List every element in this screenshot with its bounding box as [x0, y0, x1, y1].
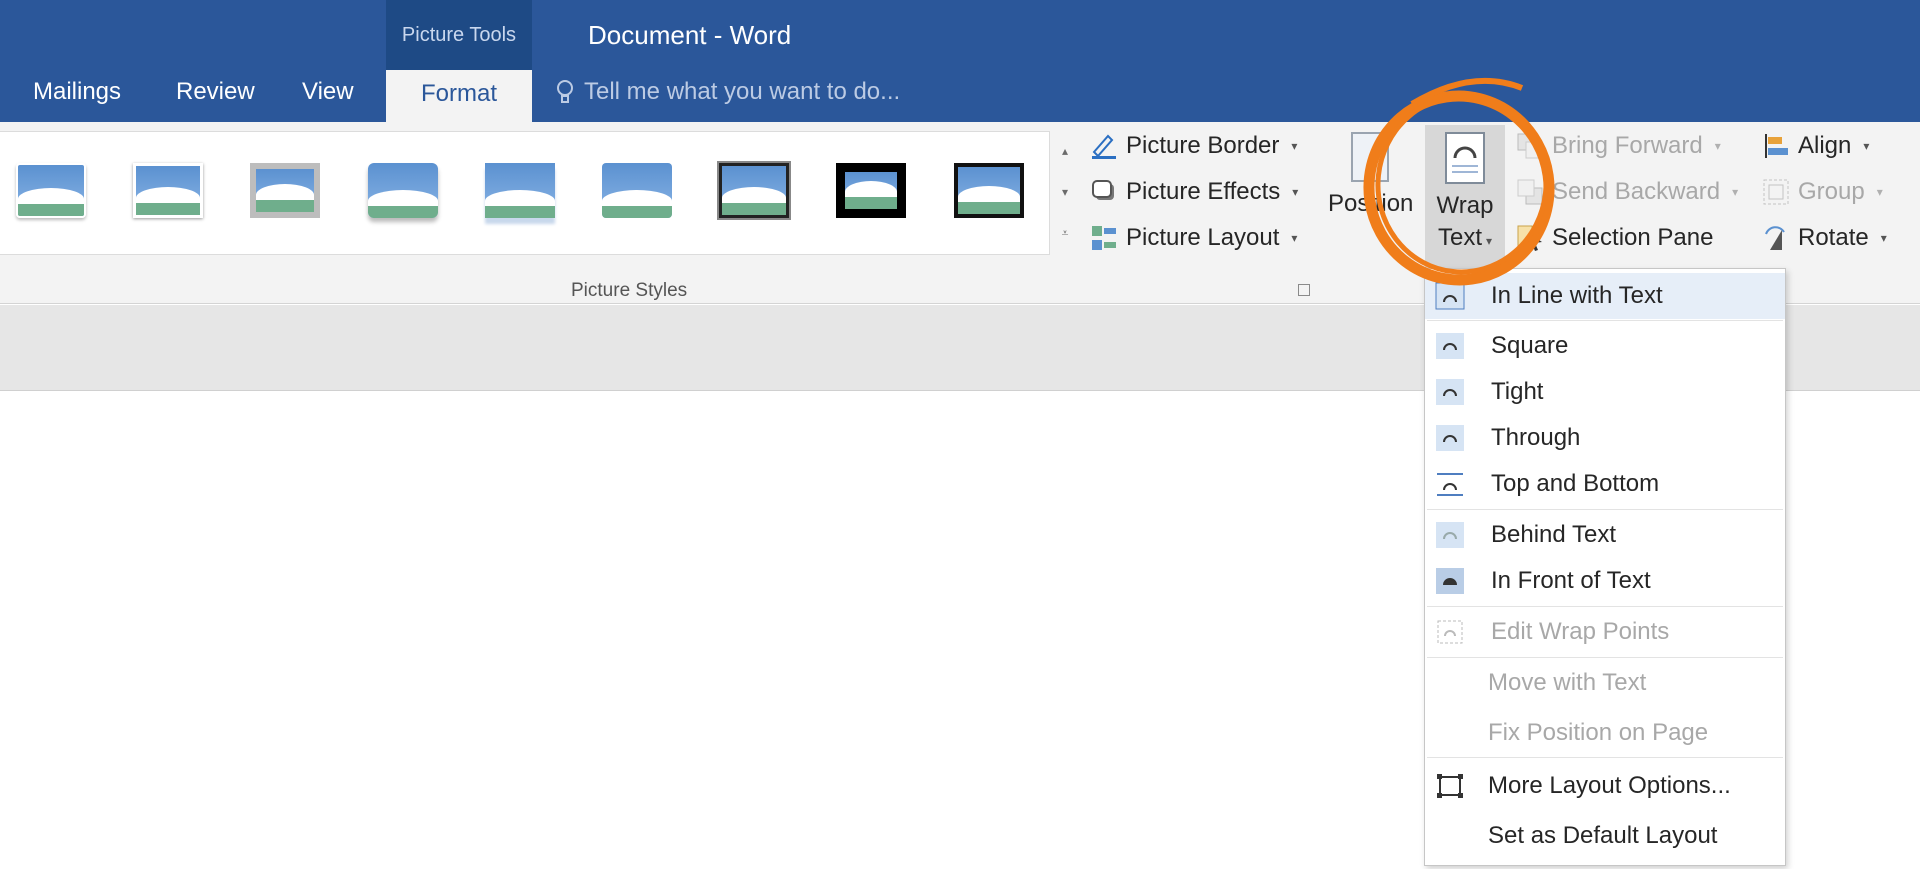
- rotate-button[interactable]: Rotate ▾: [1762, 224, 1887, 252]
- gallery-scroll-up-icon[interactable]: ▴: [1052, 131, 1078, 172]
- send-backward-label: Send Backward: [1552, 178, 1721, 205]
- tab-view[interactable]: View: [302, 78, 354, 106]
- picture-border-label: Picture Border: [1126, 132, 1280, 159]
- menu-item-square[interactable]: Square: [1425, 323, 1785, 369]
- behind-text-icon: [1435, 521, 1465, 549]
- behind-text-label: Behind Text: [1491, 521, 1616, 548]
- send-backward-icon: [1516, 178, 1544, 206]
- picture-effects-label: Picture Effects: [1126, 178, 1281, 205]
- menu-separator: [1427, 757, 1783, 758]
- picture-style-thick-black[interactable]: [836, 163, 906, 218]
- menu-item-fix-position-on-page[interactable]: Fix Position on Page: [1425, 710, 1785, 756]
- send-backward-button[interactable]: Send Backward ▾: [1516, 178, 1738, 206]
- picture-border-button[interactable]: Picture Border ▾: [1090, 132, 1297, 160]
- tab-format[interactable]: Format: [386, 70, 532, 124]
- picture-style-reflected[interactable]: [485, 163, 555, 218]
- in-line-with-text-icon: [1435, 282, 1465, 310]
- position-label: Position: [1328, 190, 1414, 217]
- rotate-label: Rotate: [1798, 224, 1869, 251]
- square-wrap-icon: [1435, 332, 1465, 360]
- tight-label: Tight: [1491, 378, 1544, 405]
- align-icon: [1762, 132, 1790, 160]
- selection-pane-icon: [1516, 224, 1544, 252]
- layout-icon: [1090, 224, 1118, 252]
- in-line-with-text-label: In Line with Text: [1491, 282, 1663, 309]
- through-label: Through: [1491, 424, 1581, 451]
- gallery-more-icon[interactable]: ⩡: [1052, 213, 1078, 254]
- window-title: Document - Word: [588, 20, 792, 50]
- position-button[interactable]: Position: [1328, 132, 1414, 220]
- group-label-picture-styles: Picture Styles: [571, 280, 688, 301]
- wrap-text-icon: [1445, 132, 1485, 184]
- wrap-text-label-line1: Wrap: [1436, 192, 1494, 219]
- menu-separator: [1427, 657, 1783, 658]
- picture-layout-label: Picture Layout: [1126, 224, 1280, 251]
- tab-review[interactable]: Review: [176, 78, 255, 106]
- square-label: Square: [1491, 332, 1569, 359]
- title-bar: [0, 0, 1920, 122]
- tell-me-placeholder: Tell me what you want to do...: [584, 78, 901, 105]
- wrap-text-button[interactable]: Wrap Text ▾: [1425, 132, 1505, 257]
- picture-style-black-frame[interactable]: [954, 163, 1024, 218]
- menu-item-move-with-text[interactable]: Move with Text: [1425, 660, 1785, 706]
- edit-wrap-points-icon: [1435, 618, 1465, 646]
- bring-forward-button[interactable]: Bring Forward ▾: [1516, 132, 1721, 160]
- picture-style-simple-frame[interactable]: [16, 163, 86, 218]
- menu-separator: [1427, 509, 1783, 510]
- menu-item-edit-wrap-points[interactable]: Edit Wrap Points: [1425, 609, 1785, 655]
- picture-effects-button[interactable]: Picture Effects ▾: [1090, 178, 1298, 206]
- dialog-launcher-icon[interactable]: [1298, 284, 1310, 296]
- menu-item-through[interactable]: Through: [1425, 415, 1785, 461]
- menu-item-set-as-default-layout[interactable]: Set as Default Layout: [1425, 813, 1785, 859]
- in-front-of-text-label: In Front of Text: [1491, 567, 1651, 594]
- selection-pane-button[interactable]: Selection Pane: [1516, 224, 1713, 252]
- menu-item-behind-text[interactable]: Behind Text: [1425, 512, 1785, 558]
- rotate-icon: [1762, 224, 1790, 252]
- effects-icon: [1090, 178, 1118, 206]
- lightbulb-icon: [556, 79, 574, 105]
- bring-forward-icon: [1516, 132, 1544, 160]
- picture-style-double-frame[interactable]: [717, 161, 791, 220]
- align-label: Align: [1798, 132, 1852, 159]
- menu-item-tight[interactable]: Tight: [1425, 369, 1785, 415]
- tab-mailings[interactable]: Mailings: [33, 78, 121, 106]
- fix-position-on-page-label: Fix Position on Page: [1488, 719, 1709, 746]
- picture-style-gray-matte[interactable]: [250, 163, 320, 218]
- menu-separator: [1427, 606, 1783, 607]
- tell-me-box[interactable]: Tell me what you want to do...: [556, 78, 900, 106]
- menu-item-top-and-bottom[interactable]: Top and Bottom: [1425, 461, 1785, 507]
- picture-style-drop-shadow[interactable]: [368, 163, 438, 218]
- move-with-text-label: Move with Text: [1488, 669, 1647, 696]
- pen-border-icon: [1090, 132, 1118, 160]
- menu-item-in-line-with-text[interactable]: In Line with Text: [1425, 273, 1785, 319]
- menu-separator: [1427, 320, 1783, 321]
- position-icon: [1351, 132, 1389, 182]
- edit-wrap-points-label: Edit Wrap Points: [1491, 618, 1670, 645]
- top-and-bottom-label: Top and Bottom: [1491, 470, 1660, 497]
- picture-style-white-frame[interactable]: [133, 163, 203, 218]
- picture-styles-gallery: [0, 131, 1050, 255]
- wrap-text-label-line2: Text: [1437, 224, 1482, 251]
- group-icon: [1762, 178, 1790, 206]
- picture-style-soft-edge[interactable]: [602, 163, 672, 218]
- menu-item-more-layout-options[interactable]: More Layout Options...: [1425, 763, 1785, 809]
- layout-options-icon: [1435, 772, 1465, 800]
- gallery-scroll-down-icon[interactable]: ▾: [1052, 172, 1078, 213]
- align-button[interactable]: Align ▾: [1762, 132, 1869, 160]
- bring-forward-label: Bring Forward: [1552, 132, 1703, 159]
- wrap-text-menu: In Line with Text Square Tight Through T…: [1424, 268, 1786, 866]
- selection-pane-label: Selection Pane: [1552, 224, 1714, 251]
- in-front-of-text-icon: [1435, 567, 1465, 595]
- context-group-label: Picture Tools: [401, 24, 517, 46]
- picture-layout-button[interactable]: Picture Layout ▾: [1090, 224, 1297, 252]
- group-button[interactable]: Group ▾: [1762, 178, 1883, 206]
- through-wrap-icon: [1435, 424, 1465, 452]
- set-as-default-layout-label: Set as Default Layout: [1488, 822, 1718, 849]
- more-layout-options-label: More Layout Options...: [1488, 772, 1731, 799]
- top-and-bottom-icon: [1435, 470, 1465, 498]
- gallery-scrollbar: ▴ ▾ ⩡: [1052, 131, 1078, 255]
- group-label: Group: [1798, 178, 1865, 205]
- tight-wrap-icon: [1435, 378, 1465, 406]
- menu-item-in-front-of-text[interactable]: In Front of Text: [1425, 558, 1785, 604]
